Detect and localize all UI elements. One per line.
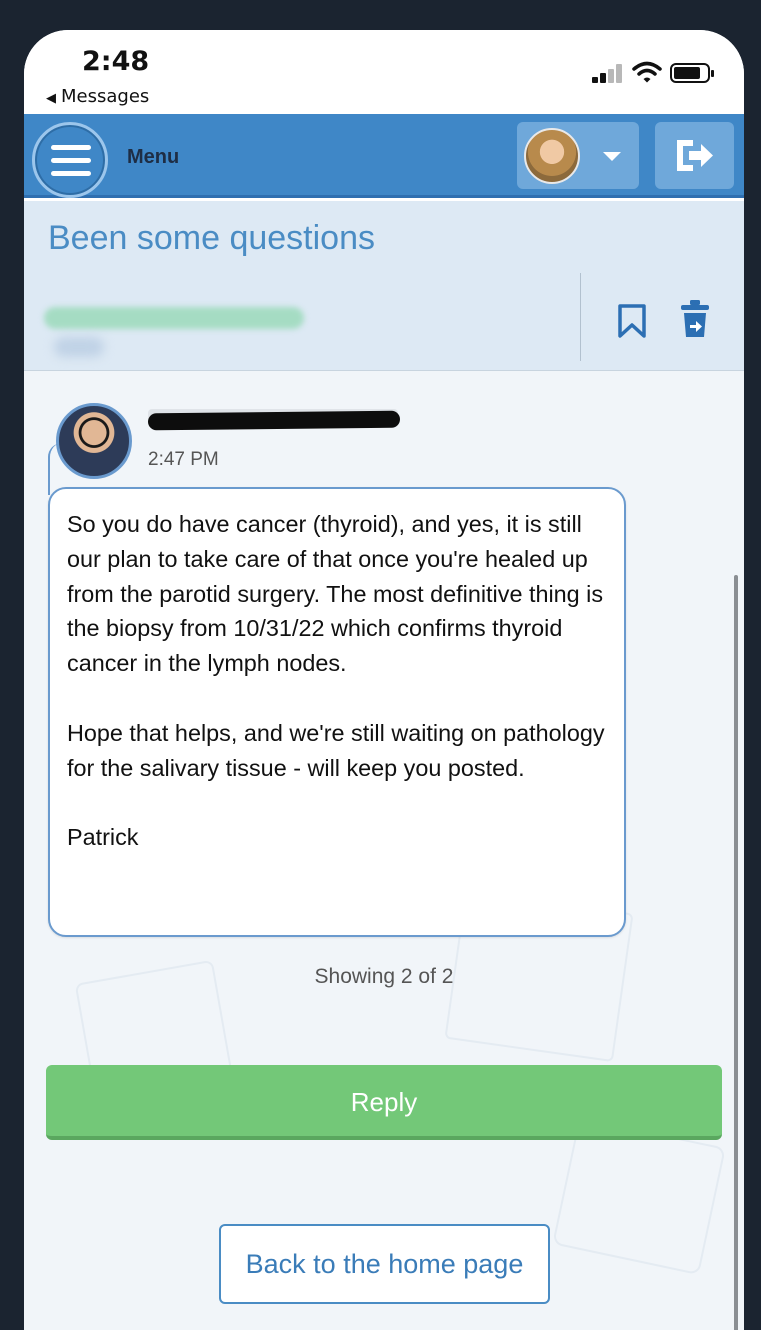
menu-label[interactable]: Menu (127, 146, 179, 169)
sender-avatar (56, 403, 132, 479)
chevron-down-icon (603, 152, 621, 161)
logout-icon (677, 140, 713, 171)
trash-icon[interactable] (680, 299, 710, 339)
user-account-dropdown[interactable] (517, 122, 639, 189)
wifi-icon (632, 61, 662, 83)
back-to-messages-link[interactable]: ◀ Messages (46, 86, 149, 107)
app-header: Menu (24, 114, 744, 198)
background-doodle (552, 1116, 726, 1276)
message-subject-bar: Been some questions (24, 201, 744, 371)
message-content-area: Been some questions 2:47 PM So you do ha… (24, 201, 744, 1330)
reply-button[interactable]: Reply (46, 1065, 722, 1140)
scrollbar[interactable] (734, 575, 738, 1330)
message-paragraph: So you do have cancer (thyroid), and yes… (67, 511, 604, 677)
message-bubble: So you do have cancer (thyroid), and yes… (48, 487, 626, 937)
bookmark-icon[interactable] (616, 303, 648, 339)
redacted-recipient (44, 307, 304, 329)
status-bar: 2:48 ◀ Messages (24, 30, 744, 114)
message-subject: Been some questions (48, 219, 375, 257)
back-to-messages-label: Messages (61, 86, 150, 107)
back-arrow-icon: ◀ (46, 91, 56, 106)
cellular-signal-icon (592, 63, 626, 83)
battery-icon (670, 63, 714, 83)
back-to-home-button[interactable]: Back to the home page (219, 1224, 550, 1304)
redacted-detail (54, 337, 104, 357)
divider (580, 273, 581, 361)
message-paragraph: Hope that helps, and we're still waiting… (67, 719, 605, 781)
status-time: 2:48 (82, 46, 150, 77)
menu-button[interactable] (32, 122, 108, 198)
message-signature: Patrick (67, 824, 139, 851)
logout-button[interactable] (655, 122, 734, 189)
redacted-sender-name (147, 410, 401, 431)
pagination-status: Showing 2 of 2 (314, 965, 454, 988)
user-avatar (524, 128, 580, 184)
phone-screen: 2:48 ◀ Messages Menu Been some questions… (24, 30, 744, 1330)
message-timestamp: 2:47 PM (148, 449, 219, 470)
